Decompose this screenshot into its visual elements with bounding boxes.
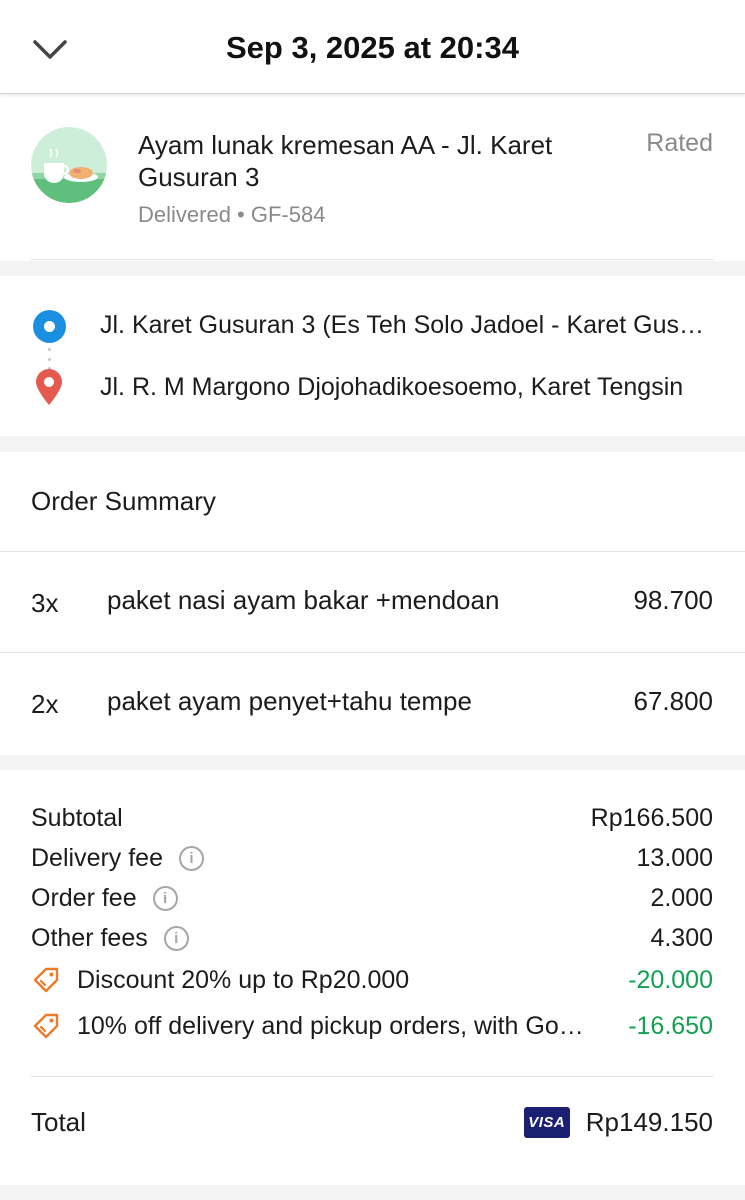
delivery-route: Jl. Karet Gusuran 3 (Es Teh Solo Jadoel … bbox=[0, 276, 745, 436]
delivery-fee-row: Delivery fee i 13.000 bbox=[31, 840, 713, 876]
destination-pin-icon bbox=[36, 369, 62, 405]
item-name: paket nasi ayam bakar +mendoan bbox=[107, 585, 500, 615]
item-name: paket ayam penyet+tahu tempe bbox=[107, 686, 472, 716]
item-price: 67.800 bbox=[633, 686, 713, 716]
tag-icon bbox=[33, 967, 59, 993]
delivery-fee-value: 13.000 bbox=[636, 843, 713, 872]
subtotal-value: Rp166.500 bbox=[590, 803, 713, 832]
order-fee-label: Order fee bbox=[31, 883, 137, 912]
discount-row: Discount 20% up to Rp20.000 -20.000 bbox=[31, 962, 713, 998]
other-fees-value: 4.300 bbox=[650, 923, 713, 952]
discount-value: -16.650 bbox=[628, 1011, 713, 1040]
delivery-fee-label: Delivery fee bbox=[31, 843, 163, 872]
restaurant-card[interactable]: Ayam lunak kremesan AA - Jl. Karet Gusur… bbox=[0, 95, 745, 261]
destination-address: Jl. R. M Margono Djojohadikoesoemo, Kare… bbox=[100, 373, 684, 401]
section-gap bbox=[0, 755, 745, 770]
total-label: Total bbox=[31, 1106, 86, 1137]
item-quantity: 3x bbox=[31, 588, 59, 618]
total-value: Rp149.150 bbox=[585, 1106, 713, 1137]
info-icon[interactable]: i bbox=[152, 885, 178, 911]
item-quantity: 2x bbox=[31, 689, 59, 719]
route-dots bbox=[48, 348, 51, 370]
subtotal-label: Subtotal bbox=[31, 803, 123, 832]
tag-icon bbox=[33, 1013, 59, 1039]
info-icon[interactable]: i bbox=[179, 845, 204, 871]
divider bbox=[0, 652, 745, 653]
section-gap bbox=[0, 261, 745, 276]
order-fee-value: 2.000 bbox=[650, 883, 713, 912]
total-row: Total VISA Rp149.150 bbox=[31, 1100, 713, 1144]
info-icon[interactable]: i bbox=[163, 925, 189, 951]
discount-label: 10% off delivery and pickup orders, with… bbox=[77, 1011, 591, 1040]
top-bar: Sep 3, 2025 at 20:34 bbox=[0, 0, 745, 94]
discount-value: -20.000 bbox=[628, 965, 713, 994]
divider bbox=[31, 1076, 714, 1077]
origin-address: Jl. Karet Gusuran 3 (Es Teh Solo Jadoel … bbox=[100, 311, 713, 339]
other-fees-label: Other fees bbox=[31, 923, 148, 952]
order-summary: Order Summary 3x paket nasi ayam bakar +… bbox=[0, 452, 745, 755]
payment-details: Subtotal Rp166.500 Delivery fee i 13.000… bbox=[0, 770, 745, 1185]
order-fee-row: Order fee i 2.000 bbox=[31, 880, 713, 916]
origin-pin-icon bbox=[33, 310, 66, 343]
section-gap bbox=[0, 1185, 745, 1200]
restaurant-name: Ayam lunak kremesan AA - Jl. Karet Gusur… bbox=[138, 130, 553, 192]
page-title: Sep 3, 2025 at 20:34 bbox=[226, 30, 519, 65]
food-illustration-icon bbox=[31, 127, 107, 203]
restaurant-avatar bbox=[31, 127, 107, 203]
item-price: 98.700 bbox=[633, 585, 713, 615]
order-status: Delivered • GF-584 bbox=[138, 202, 326, 227]
subtotal-row: Subtotal Rp166.500 bbox=[31, 800, 713, 836]
other-fees-row: Other fees i 4.300 bbox=[31, 920, 713, 956]
rating-status: Rated bbox=[646, 129, 713, 157]
discount-row: 10% off delivery and pickup orders, with… bbox=[31, 1008, 713, 1044]
section-gap bbox=[0, 436, 745, 452]
visa-card-icon: VISA bbox=[523, 1106, 570, 1138]
order-summary-title: Order Summary bbox=[31, 486, 216, 516]
discount-label: Discount 20% up to Rp20.000 bbox=[77, 965, 410, 994]
divider bbox=[31, 259, 714, 260]
divider bbox=[0, 551, 745, 552]
